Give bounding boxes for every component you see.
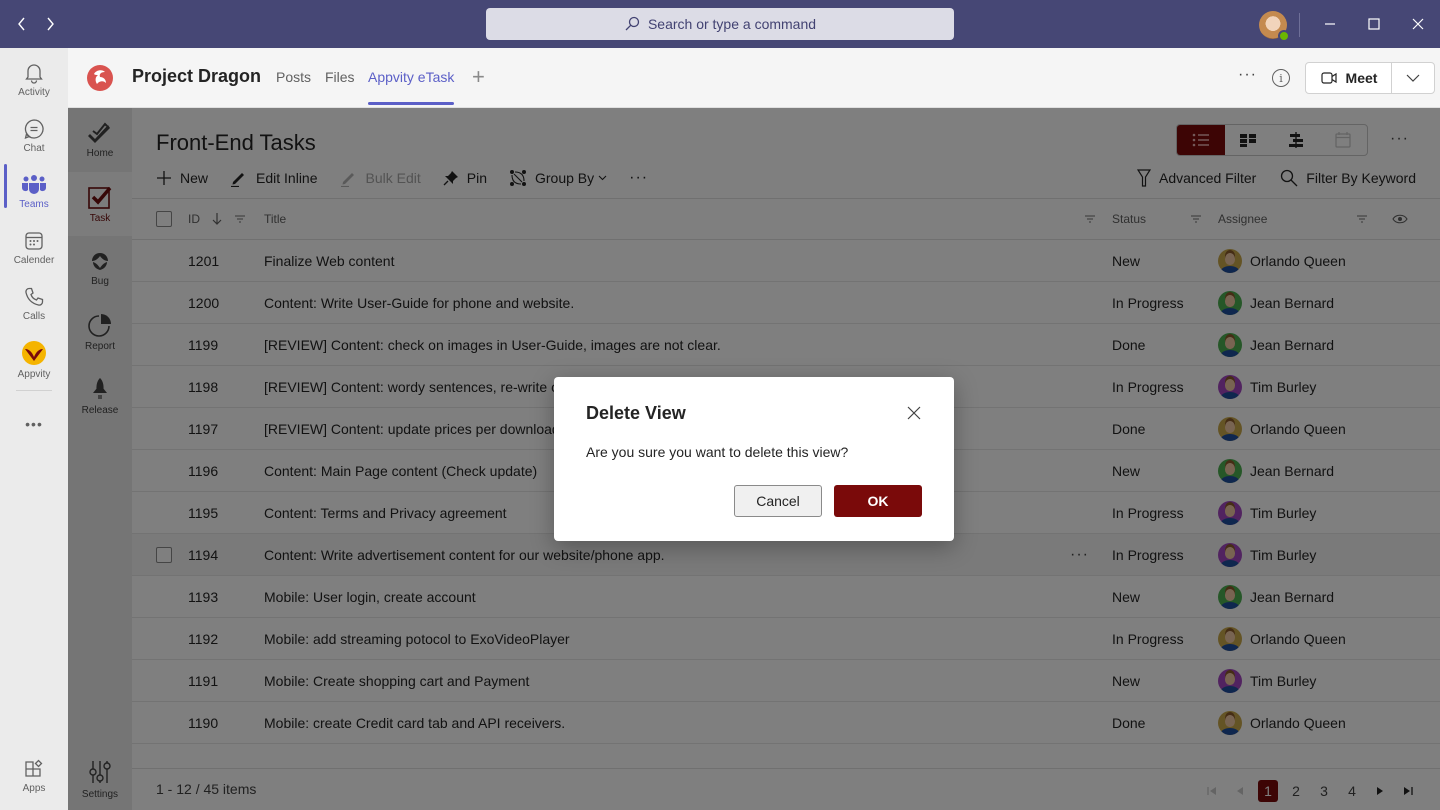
search-placeholder: Search or type a command	[647, 16, 817, 32]
back-button[interactable]	[14, 12, 30, 36]
minimize-button[interactable]	[1318, 12, 1342, 36]
rail-item-apps[interactable]: Apps	[0, 748, 68, 804]
team-logo-icon	[87, 65, 113, 91]
phone-icon	[25, 287, 44, 306]
add-tab-button[interactable]: +	[472, 64, 485, 90]
rail-label: Apps	[22, 783, 46, 794]
tab-posts[interactable]: Posts	[276, 69, 311, 85]
tab-files[interactable]: Files	[325, 69, 355, 85]
close-icon	[1412, 18, 1424, 30]
rail-item-calls[interactable]: Calls	[0, 276, 68, 332]
ok-button[interactable]: OK	[834, 485, 922, 517]
forward-button[interactable]	[42, 12, 58, 36]
rail-divider	[16, 390, 52, 391]
chevron-right-icon	[47, 17, 54, 31]
user-avatar[interactable]	[1259, 11, 1290, 42]
presence-available-icon	[1278, 30, 1290, 42]
rail-label: Activity	[18, 87, 50, 98]
chevron-down-icon	[1406, 74, 1420, 82]
meet-button[interactable]: Meet	[1306, 63, 1392, 93]
dialog-close-button[interactable]	[902, 401, 926, 425]
divider	[1299, 13, 1300, 37]
close-icon	[907, 406, 921, 420]
meet-label: Meet	[1345, 70, 1378, 86]
maximize-button[interactable]	[1362, 12, 1386, 36]
rail-item-calendar[interactable]: Calender	[0, 220, 68, 276]
maximize-icon	[1368, 18, 1380, 30]
calendar-icon	[25, 232, 43, 250]
chat-icon	[24, 119, 44, 140]
team-name: Project Dragon	[132, 66, 262, 86]
close-window-button[interactable]	[1406, 12, 1430, 36]
rail-label: Calender	[13, 255, 55, 266]
more-options-button[interactable]: ···	[1238, 66, 1257, 84]
rail-label: Appvity	[17, 369, 51, 380]
more-icon: •••	[25, 416, 43, 432]
rail-label: Chat	[23, 143, 45, 154]
cancel-button[interactable]: Cancel	[734, 485, 822, 517]
channel-header: Project Dragon Posts Files Appvity eTask…	[68, 48, 1440, 108]
rail-item-activity[interactable]: Activity	[0, 52, 68, 108]
meet-button-group: Meet	[1305, 62, 1435, 94]
rail-label: Calls	[22, 311, 46, 322]
dialog-message: Are you sure you want to delete this vie…	[586, 444, 849, 460]
chevron-left-icon	[18, 17, 25, 31]
tab-appvity-etask[interactable]: Appvity eTask	[368, 69, 455, 105]
app-rail: Activity Chat Teams Calender Calls Appvi…	[0, 48, 68, 810]
meet-dropdown-button[interactable]	[1392, 63, 1434, 93]
rail-item-chat[interactable]: Chat	[0, 108, 68, 164]
search-icon	[625, 16, 640, 31]
delete-view-dialog: Delete View Are you sure you want to del…	[554, 377, 954, 541]
title-bar: Search or type a command	[0, 0, 1440, 48]
minimize-icon	[1325, 23, 1335, 25]
info-button[interactable]: i	[1272, 69, 1290, 87]
apps-icon	[25, 759, 43, 777]
dialog-title: Delete View	[586, 403, 686, 423]
teams-icon	[22, 175, 46, 194]
rail-item-appvity[interactable]: Appvity	[0, 332, 68, 388]
rail-item-teams[interactable]: Teams	[0, 164, 68, 220]
rail-label: Teams	[19, 199, 49, 210]
video-camera-icon	[1320, 72, 1337, 84]
bell-icon	[25, 64, 43, 84]
search-input[interactable]: Search or type a command	[486, 8, 954, 40]
appvity-logo-icon	[22, 341, 46, 365]
history-nav	[14, 12, 58, 36]
more-apps-button[interactable]: •••	[0, 396, 68, 452]
